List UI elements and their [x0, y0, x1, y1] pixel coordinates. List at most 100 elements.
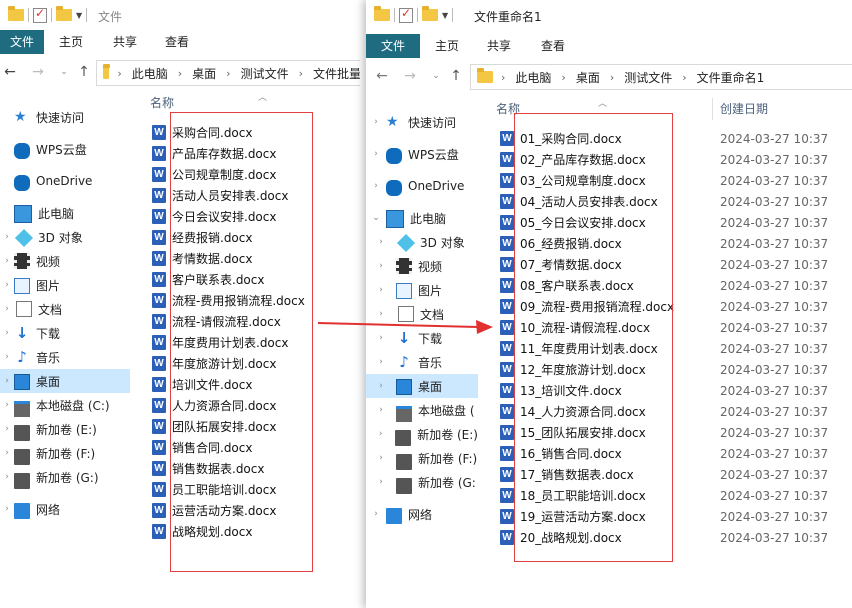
- file-row[interactable]: W 11_年度费用计划表.docx 2024-03-27 10:37: [490, 338, 852, 359]
- folder-icon[interactable]: [8, 6, 24, 21]
- nav-item-music[interactable]: › ♪ 音乐: [0, 345, 130, 369]
- file-row[interactable]: W 考情数据.docx: [140, 248, 360, 269]
- file-row[interactable]: W 销售合同.docx: [140, 437, 360, 458]
- new-folder-icon[interactable]: [422, 6, 438, 21]
- up-arrow-icon[interactable]: ↑: [76, 62, 92, 82]
- back-arrow-icon[interactable]: ←: [374, 66, 390, 86]
- breadcrumb-test-files[interactable]: 测试文件: [624, 69, 672, 86]
- nav-item-volume-g[interactable]: › 新加卷 (G:: [366, 470, 478, 494]
- tab-view[interactable]: 查看: [162, 30, 192, 54]
- address-bar[interactable]: › 此电脑 › 桌面 › 测试文件 › 文件批量: [96, 60, 360, 86]
- file-row[interactable]: W 流程-请假流程.docx: [140, 311, 360, 332]
- file-row[interactable]: W 19_运营活动方案.docx 2024-03-27 10:37: [490, 506, 852, 527]
- tab-home[interactable]: 主页: [432, 34, 462, 58]
- breadcrumb-this-pc[interactable]: 此电脑: [132, 65, 168, 82]
- nav-item-desktop[interactable]: › 桌面: [0, 369, 130, 393]
- nav-item-this-pc[interactable]: 此电脑: [0, 201, 130, 225]
- file-row[interactable]: W 流程-费用报销流程.docx: [140, 290, 360, 311]
- nav-item-volume-g[interactable]: › 新加卷 (G:): [0, 465, 130, 489]
- nav-item-network[interactable]: › 网络: [0, 497, 130, 521]
- nav-item-onedrive[interactable]: OneDrive: [0, 169, 130, 193]
- file-row[interactable]: W 17_销售数据表.docx 2024-03-27 10:37: [490, 464, 852, 485]
- file-row[interactable]: W 06_经费报销.docx 2024-03-27 10:37: [490, 233, 852, 254]
- breadcrumb-current[interactable]: 文件重命名1: [697, 69, 765, 86]
- nav-item-local-disk-c[interactable]: › 本地磁盘 (: [366, 398, 478, 422]
- customize-dropdown-icon[interactable]: ▼: [442, 11, 448, 20]
- file-row[interactable]: W 13_培训文件.docx 2024-03-27 10:37: [490, 380, 852, 401]
- back-arrow-icon[interactable]: ←: [2, 62, 18, 82]
- file-row[interactable]: W 07_考情数据.docx 2024-03-27 10:37: [490, 254, 852, 275]
- file-row[interactable]: W 年度旅游计划.docx: [140, 353, 360, 374]
- file-row[interactable]: W 今日会议安排.docx: [140, 206, 360, 227]
- tab-view[interactable]: 查看: [538, 34, 568, 58]
- nav-item-quick-access[interactable]: › ★ 快速访问: [366, 110, 478, 134]
- nav-item-3d-objects[interactable]: › 3D 对象: [0, 225, 130, 249]
- nav-item-wps-cloud[interactable]: › WPS云盘: [366, 142, 478, 166]
- file-row[interactable]: W 年度费用计划表.docx: [140, 332, 360, 353]
- file-row[interactable]: W 销售数据表.docx: [140, 458, 360, 479]
- file-row[interactable]: W 04_活动人员安排表.docx 2024-03-27 10:37: [490, 191, 852, 212]
- file-row[interactable]: W 01_采购合同.docx 2024-03-27 10:37: [490, 128, 852, 149]
- file-row[interactable]: W 02_产品库存数据.docx 2024-03-27 10:37: [490, 149, 852, 170]
- column-divider[interactable]: [712, 98, 713, 120]
- properties-icon[interactable]: [33, 6, 47, 23]
- properties-icon[interactable]: [399, 6, 413, 23]
- file-row[interactable]: W 培训文件.docx: [140, 374, 360, 395]
- file-row[interactable]: W 客户联系表.docx: [140, 269, 360, 290]
- tab-share[interactable]: 共享: [484, 34, 514, 58]
- nav-item-volume-e[interactable]: › 新加卷 (E:): [366, 422, 478, 446]
- breadcrumb-desktop[interactable]: 桌面: [192, 65, 216, 82]
- recent-dropdown-icon[interactable]: ⌄: [428, 66, 444, 86]
- recent-dropdown-icon[interactable]: ⌄: [56, 62, 72, 82]
- file-row[interactable]: W 12_年度旅游计划.docx 2024-03-27 10:37: [490, 359, 852, 380]
- tab-share[interactable]: 共享: [110, 30, 140, 54]
- file-row[interactable]: W 03_公司规章制度.docx 2024-03-27 10:37: [490, 170, 852, 191]
- breadcrumb-current[interactable]: 文件批量: [313, 65, 360, 82]
- column-header-name[interactable]: ︿ 名称: [496, 99, 607, 120]
- folder-icon[interactable]: [374, 6, 390, 21]
- file-row[interactable]: W 05_今日会议安排.docx 2024-03-27 10:37: [490, 212, 852, 233]
- tab-home[interactable]: 主页: [56, 30, 86, 54]
- nav-item-music[interactable]: › ♪ 音乐: [366, 350, 478, 374]
- customize-dropdown-icon[interactable]: ▼: [76, 11, 82, 20]
- breadcrumb-desktop[interactable]: 桌面: [576, 69, 600, 86]
- column-header-created-date[interactable]: 创建日期: [720, 100, 768, 120]
- column-header-name[interactable]: ︿ 名称: [150, 93, 267, 114]
- file-row[interactable]: W 战略规划.docx: [140, 521, 360, 542]
- forward-arrow-icon[interactable]: →: [30, 62, 46, 82]
- nav-item-network[interactable]: › 网络: [366, 502, 478, 526]
- file-row[interactable]: W 公司规章制度.docx: [140, 164, 360, 185]
- breadcrumb-test-files[interactable]: 测试文件: [241, 65, 289, 82]
- up-arrow-icon[interactable]: ↑: [448, 66, 464, 86]
- file-row[interactable]: W 活动人员安排表.docx: [140, 185, 360, 206]
- address-bar[interactable]: › 此电脑 › 桌面 › 测试文件 › 文件重命名1: [470, 64, 852, 90]
- file-row[interactable]: W 09_流程-费用报销流程.docx 2024-03-27 10:37: [490, 296, 852, 317]
- forward-arrow-icon[interactable]: →: [402, 66, 418, 86]
- nav-item-videos[interactable]: › 视频: [366, 254, 478, 278]
- file-row[interactable]: W 人力资源合同.docx: [140, 395, 360, 416]
- nav-item-local-disk-c[interactable]: › 本地磁盘 (C:): [0, 393, 130, 417]
- file-row[interactable]: W 经费报销.docx: [140, 227, 360, 248]
- nav-item-3d-objects[interactable]: › 3D 对象: [366, 230, 478, 254]
- file-row[interactable]: W 团队拓展安排.docx: [140, 416, 360, 437]
- file-row[interactable]: W 15_团队拓展安排.docx 2024-03-27 10:37: [490, 422, 852, 443]
- nav-item-videos[interactable]: › 视频: [0, 249, 130, 273]
- nav-item-downloads[interactable]: › ↓ 下载: [366, 326, 478, 350]
- nav-item-documents[interactable]: › 文档: [366, 302, 478, 326]
- file-row[interactable]: W 14_人力资源合同.docx 2024-03-27 10:37: [490, 401, 852, 422]
- file-row[interactable]: W 员工职能培训.docx: [140, 479, 360, 500]
- nav-item-volume-f[interactable]: › 新加卷 (F:): [0, 441, 130, 465]
- nav-item-volume-f[interactable]: › 新加卷 (F:): [366, 446, 478, 470]
- tab-file[interactable]: 文件: [366, 34, 420, 58]
- nav-item-wps-cloud[interactable]: WPS云盘: [0, 137, 130, 161]
- nav-item-downloads[interactable]: › ↓ 下载: [0, 321, 130, 345]
- nav-item-documents[interactable]: › 文档: [0, 297, 130, 321]
- file-row[interactable]: W 10_流程-请假流程.docx 2024-03-27 10:37: [490, 317, 852, 338]
- file-row[interactable]: W 20_战略规划.docx 2024-03-27 10:37: [490, 527, 852, 548]
- file-row[interactable]: W 16_销售合同.docx 2024-03-27 10:37: [490, 443, 852, 464]
- file-row[interactable]: W 运营活动方案.docx: [140, 500, 360, 521]
- breadcrumb-this-pc[interactable]: 此电脑: [515, 69, 551, 86]
- new-folder-icon[interactable]: [56, 6, 72, 21]
- tab-file[interactable]: 文件: [0, 30, 44, 54]
- nav-item-volume-e[interactable]: › 新加卷 (E:): [0, 417, 130, 441]
